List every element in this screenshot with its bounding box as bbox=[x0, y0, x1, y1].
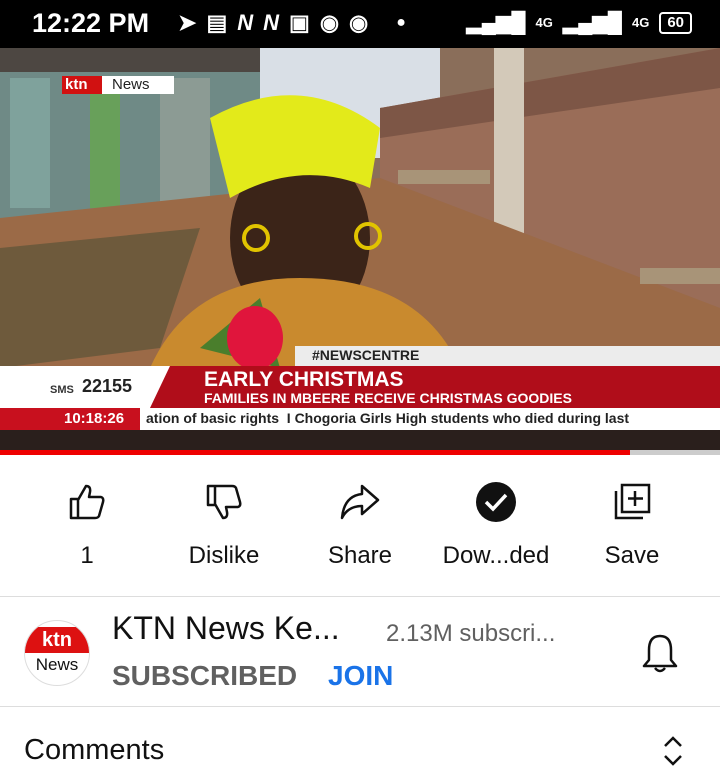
battery-icon: 60 bbox=[659, 11, 692, 34]
telegram-icon: ➤ bbox=[178, 10, 197, 35]
hashtag-label: #NEWSCENTRE bbox=[312, 347, 420, 363]
join-button[interactable]: JOIN bbox=[328, 660, 393, 692]
thumbs-up-icon bbox=[17, 480, 157, 524]
sms-number: 22155 bbox=[82, 376, 133, 396]
notification-icons: ➤ ▤ N N ▣ ◉ ◉ ● bbox=[178, 10, 406, 36]
channel-avatar[interactable]: ktn News bbox=[24, 620, 90, 686]
video-progress-bar[interactable] bbox=[0, 450, 720, 455]
ktn-logo-news: News bbox=[112, 76, 150, 93]
action-row: 1 Dislike Share Dow...ded Save bbox=[0, 470, 720, 580]
downloaded-check-icon bbox=[426, 480, 566, 524]
divider bbox=[0, 596, 720, 597]
chrome-icon: ◉ bbox=[319, 10, 340, 35]
signal-icon: ▂▄▆█ bbox=[466, 12, 526, 34]
expand-collapse-icon[interactable] bbox=[662, 734, 684, 773]
divider bbox=[0, 706, 720, 707]
sms-label: SMS bbox=[50, 384, 74, 396]
dislike-button[interactable]: Dislike bbox=[154, 480, 294, 570]
download-label: Dow...ded bbox=[442, 542, 550, 569]
ticker-text: ation of basic rights I Chogoria Girls H… bbox=[146, 410, 630, 426]
video-player[interactable]: ktn News #NEWSCENTRE SMS 22155 EARLY CHR… bbox=[0, 48, 720, 450]
save-button[interactable]: Save bbox=[562, 480, 702, 570]
share-label: Share bbox=[327, 542, 393, 569]
dislike-label: Dislike bbox=[188, 542, 260, 569]
avatar-logo-bottom: News bbox=[35, 655, 79, 674]
ktn-logo-text: ktn bbox=[65, 76, 88, 93]
news-icon: ▤ bbox=[206, 10, 228, 35]
headline: EARLY CHRISTMAS bbox=[204, 368, 404, 391]
dot-icon: ● bbox=[396, 14, 406, 31]
like-button[interactable]: 1 bbox=[17, 480, 157, 570]
save-playlist-icon bbox=[562, 480, 702, 524]
comments-header[interactable]: Comments bbox=[24, 734, 164, 767]
image-icon: ▣ bbox=[289, 10, 310, 35]
chrome-icon: ◉ bbox=[349, 10, 369, 35]
avatar-logo-top: ktn bbox=[25, 627, 89, 653]
network-type: 4G bbox=[535, 15, 553, 30]
share-button[interactable]: Share bbox=[290, 480, 430, 570]
system-icons: ▂▄▆█ 4G ▂▄▆█ 4G 60 bbox=[466, 10, 692, 35]
subheadline: FAMILIES IN MBEERE RECEIVE CHRISTMAS GOO… bbox=[204, 390, 572, 406]
subscriber-count: 2.13M subscri... bbox=[386, 620, 556, 647]
signal-icon: ▂▄▆█ bbox=[562, 12, 622, 34]
notification-bell-icon[interactable] bbox=[640, 632, 680, 679]
subscribed-button[interactable]: SUBSCRIBED bbox=[112, 660, 297, 692]
status-time: 12:22 PM bbox=[32, 8, 150, 38]
share-icon bbox=[290, 480, 430, 524]
status-bar: 12:22 PM ➤ ▤ N N ▣ ◉ ◉ ● ▂▄▆█ 4G ▂▄▆█ 4G… bbox=[0, 0, 720, 48]
n-icon: N bbox=[263, 10, 280, 35]
channel-name[interactable]: KTN News Ke... bbox=[112, 610, 340, 647]
download-button[interactable]: Dow...ded bbox=[426, 480, 566, 570]
channel-row: ktn News KTN News Ke... 2.13M subscri...… bbox=[0, 598, 720, 706]
save-label: Save bbox=[604, 542, 660, 569]
video-progress-fill bbox=[0, 450, 630, 455]
ticker-clock: 10:18:26 bbox=[64, 410, 125, 427]
n-icon: N bbox=[237, 10, 254, 35]
thumbs-down-icon bbox=[154, 480, 294, 524]
like-count: 1 bbox=[80, 542, 94, 569]
network-type: 4G bbox=[631, 15, 650, 30]
